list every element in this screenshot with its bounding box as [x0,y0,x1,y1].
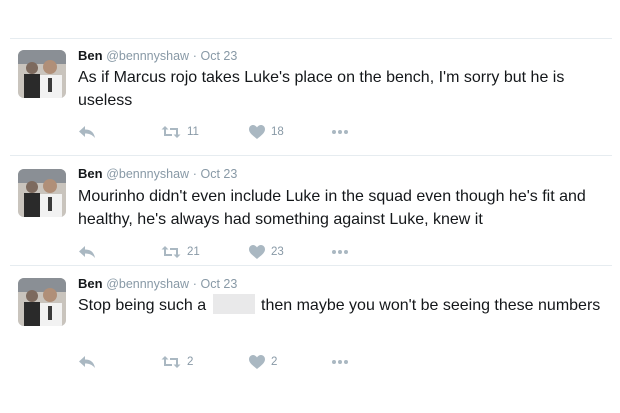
heart-icon [249,355,265,369]
retweet-icon [161,355,181,369]
like-button[interactable]: 2 [249,352,277,372]
tweet-actions: 2 2 [78,352,398,372]
divider [10,265,612,266]
tweet-text: Stop being such a then maybe you won't b… [78,294,608,317]
retweet-button[interactable]: 2 [161,352,193,372]
redaction-box [212,294,255,314]
more-icon [331,359,349,365]
tweet-text-after: then maybe you won't be seeing these num… [261,297,601,314]
retweet-count: 2 [187,356,194,368]
more-button[interactable] [331,352,349,372]
separator: · [192,277,197,291]
like-count: 2 [271,356,278,368]
display-name[interactable]: Ben [78,276,103,291]
reply-button[interactable] [78,352,96,372]
tweet-text-before: Stop being such a [78,297,207,314]
avatar[interactable] [18,278,66,326]
user-handle[interactable]: @bennnyshaw [106,277,189,291]
tweet-3: Ben @bennnyshaw · Oct 23 Stop being such… [0,0,620,413]
tweet-date[interactable]: Oct 23 [201,277,238,291]
reply-icon [78,355,96,369]
